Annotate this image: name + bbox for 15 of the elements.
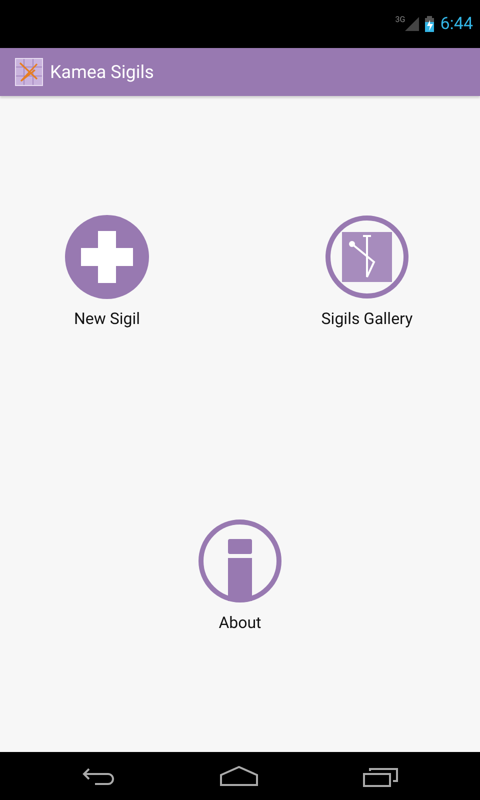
signal-icon	[405, 17, 420, 31]
clock: 6:44	[440, 14, 473, 34]
back-icon[interactable]	[80, 766, 115, 786]
menu-button[interactable]: Sigils Gallery	[214, 214, 480, 328]
battery-icon	[425, 16, 434, 32]
app-logo-icon	[15, 58, 43, 86]
menu-button[interactable]: About	[197, 518, 283, 632]
recent-apps-icon[interactable]	[363, 765, 400, 787]
home-icon[interactable]	[220, 766, 258, 786]
info-icon	[197, 518, 283, 604]
menu-button[interactable]: New Sigil	[0, 214, 214, 328]
app-title: Kamea Sigils	[50, 62, 154, 82]
plus-icon	[64, 214, 150, 300]
network-type: 3G	[395, 15, 406, 24]
sigil-icon	[324, 214, 410, 300]
